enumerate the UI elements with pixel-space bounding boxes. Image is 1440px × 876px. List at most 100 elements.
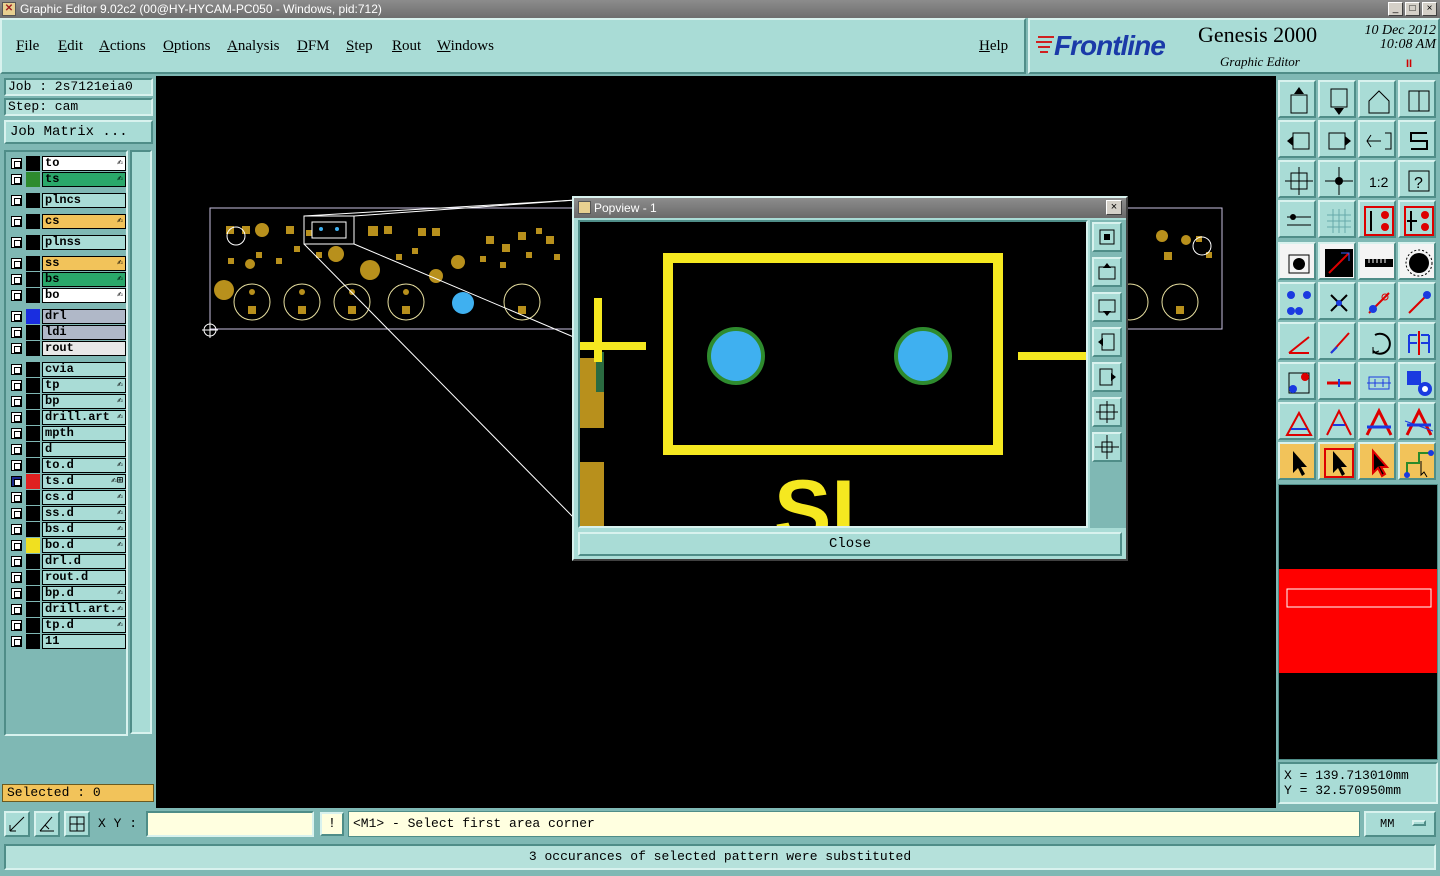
- ruler-icon[interactable]: [1358, 242, 1396, 280]
- layer-checkbox[interactable]: [11, 572, 22, 583]
- layer-color-swatch[interactable]: [26, 522, 40, 537]
- layer-name[interactable]: bs.d ✍: [42, 522, 126, 537]
- layer-row[interactable]: bs.d ✍: [8, 522, 126, 537]
- layer-row[interactable]: cvia: [8, 362, 126, 377]
- feature-add-icon[interactable]: [1278, 362, 1316, 400]
- layer-name[interactable]: drl.d: [42, 554, 126, 569]
- popview-titlebar[interactable]: Popview - 1 ×: [574, 198, 1126, 218]
- layer-color-swatch[interactable]: [26, 442, 40, 457]
- menu-help[interactable]: Help: [979, 38, 1008, 55]
- layer-row[interactable]: ts ✍: [8, 172, 126, 187]
- layer-name[interactable]: bp.d ✍: [42, 586, 126, 601]
- popview-pan-down-button[interactable]: [1092, 292, 1122, 322]
- units-selector[interactable]: MM: [1364, 811, 1436, 837]
- layer-name[interactable]: tp.d ✍: [42, 618, 126, 633]
- menu-file[interactable]: File: [16, 38, 39, 55]
- pad-icon[interactable]: [1398, 242, 1436, 280]
- layer-row[interactable]: ss ✍: [8, 256, 126, 271]
- layer-checkbox[interactable]: [11, 556, 22, 567]
- layer-row[interactable]: bp.d ✍: [8, 586, 126, 601]
- layer-name[interactable]: ldi: [42, 325, 126, 340]
- layer-row[interactable]: to.d ✍: [8, 458, 126, 473]
- layer-checkbox[interactable]: [11, 274, 22, 285]
- angle-icon[interactable]: [1278, 322, 1316, 360]
- layer-color-swatch[interactable]: [26, 341, 40, 356]
- scale-1to2-icon[interactable]: 1:2: [1358, 160, 1396, 198]
- layer-row[interactable]: ts.d ✍⊞: [8, 474, 126, 489]
- layer-checkbox[interactable]: [11, 380, 22, 391]
- line-node-icon[interactable]: [1358, 282, 1396, 320]
- menu-step[interactable]: Step: [346, 38, 373, 55]
- layer-color-swatch[interactable]: [26, 288, 40, 303]
- menu-rout[interactable]: Rout: [392, 38, 421, 55]
- layer-checkbox[interactable]: [11, 158, 22, 169]
- layer-checkbox[interactable]: [11, 620, 22, 631]
- layer-name[interactable]: ss.d ✍: [42, 506, 126, 521]
- layer-color-swatch[interactable]: [26, 325, 40, 340]
- snap-icon[interactable]: [4, 811, 30, 837]
- layer-checkbox[interactable]: [11, 588, 22, 599]
- layer-checkbox[interactable]: [11, 311, 22, 322]
- layer-checkbox[interactable]: [11, 428, 22, 439]
- layer-color-swatch[interactable]: [26, 554, 40, 569]
- zoom-left-icon[interactable]: [1278, 120, 1316, 158]
- layer-checkbox[interactable]: [11, 524, 22, 535]
- layer-checkbox[interactable]: [11, 444, 22, 455]
- layer-color-swatch[interactable]: [26, 602, 40, 617]
- layer-name[interactable]: tp ✍: [42, 378, 126, 393]
- open-step-icon[interactable]: [1278, 80, 1316, 118]
- minimap-view[interactable]: [1279, 485, 1437, 759]
- layer-name[interactable]: rout.d: [42, 570, 126, 585]
- layer-color-swatch[interactable]: [26, 235, 40, 250]
- layer-name[interactable]: rout: [42, 341, 126, 356]
- help-query-icon[interactable]: ?: [1398, 160, 1436, 198]
- layer-color-swatch[interactable]: [26, 506, 40, 521]
- layer-name[interactable]: ts.d ✍⊞: [42, 474, 126, 489]
- arc-node-icon[interactable]: [1398, 282, 1436, 320]
- popview-zoom-in-button[interactable]: [1092, 397, 1122, 427]
- layer-checkbox[interactable]: [11, 195, 22, 206]
- undo-view-icon[interactable]: [1358, 120, 1396, 158]
- layer-color-swatch[interactable]: [26, 474, 40, 489]
- layer-checkbox[interactable]: [11, 460, 22, 471]
- layer-name[interactable]: bs ✍: [42, 272, 126, 287]
- zoom-right-icon[interactable]: [1318, 120, 1356, 158]
- slash-icon[interactable]: [1318, 322, 1356, 360]
- layer-row[interactable]: plnss: [8, 235, 126, 250]
- dimension-icon[interactable]: [1358, 362, 1396, 400]
- pointer-icon[interactable]: [1278, 442, 1316, 480]
- layer-color-swatch[interactable]: [26, 634, 40, 649]
- rotate-icon[interactable]: [1358, 322, 1396, 360]
- layer-color-swatch[interactable]: [26, 309, 40, 324]
- layer-checkbox[interactable]: [11, 492, 22, 503]
- popview-zoom-view[interactable]: SL: [580, 222, 1086, 526]
- window-split-icon[interactable]: [1398, 80, 1436, 118]
- layer-color-swatch[interactable]: [26, 586, 40, 601]
- text-a-bold-icon[interactable]: [1358, 402, 1396, 440]
- layer-checkbox[interactable]: [11, 364, 22, 375]
- layer-row[interactable]: d: [8, 442, 126, 457]
- layer-checkbox[interactable]: [11, 174, 22, 185]
- layer-name[interactable]: cs ✍: [42, 214, 126, 229]
- menu-edit[interactable]: Edit: [58, 38, 83, 55]
- layer-color-swatch[interactable]: [26, 410, 40, 425]
- layer-row[interactable]: rout.d: [8, 570, 126, 585]
- layer-name[interactable]: to ✍: [42, 156, 126, 171]
- select-icon[interactable]: [1278, 242, 1316, 280]
- layer-name[interactable]: bo ✍: [42, 288, 126, 303]
- layer-row[interactable]: bo.d ✍: [8, 538, 126, 553]
- layer-color-swatch[interactable]: [26, 214, 40, 229]
- minimap[interactable]: [1278, 484, 1438, 760]
- layer-checkbox[interactable]: [11, 476, 22, 487]
- net-connect-icon[interactable]: [1358, 200, 1396, 238]
- layer-row[interactable]: cs.d ✍: [8, 490, 126, 505]
- redraw-icon[interactable]: [1398, 120, 1436, 158]
- layer-name[interactable]: d: [42, 442, 126, 457]
- layer-row[interactable]: ss.d ✍: [8, 506, 126, 521]
- layer-name[interactable]: ss ✍: [42, 256, 126, 271]
- exclaim-button[interactable]: !: [320, 812, 344, 836]
- layer-color-swatch[interactable]: [26, 538, 40, 553]
- layer-row[interactable]: drill.art ✍: [8, 410, 126, 425]
- layer-checkbox[interactable]: [11, 290, 22, 301]
- layer-row[interactable]: rout: [8, 341, 126, 356]
